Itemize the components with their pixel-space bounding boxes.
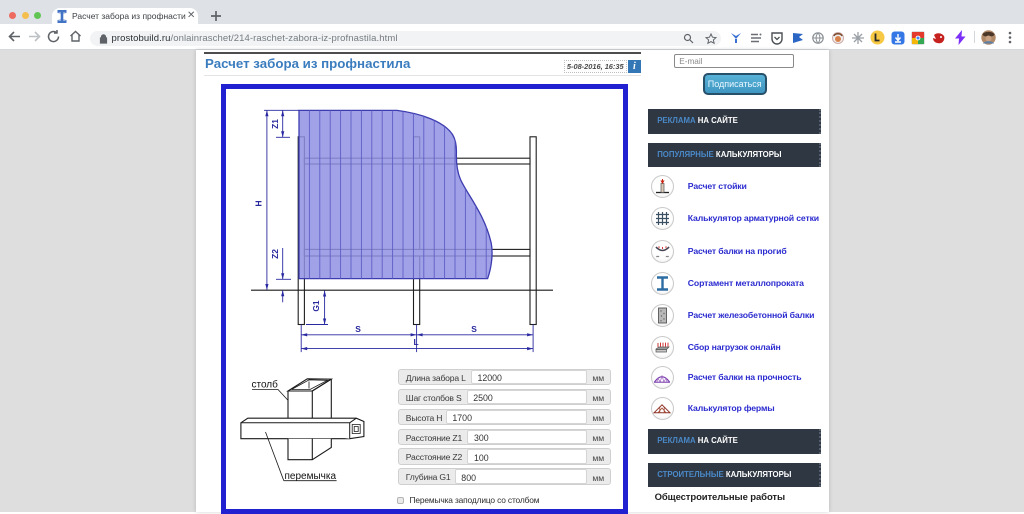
svg-text:S: S: [471, 324, 477, 334]
svg-text:перемычка: перемычка: [285, 471, 337, 482]
svg-text:L: L: [413, 337, 418, 347]
svg-text:Z1: Z1: [270, 119, 280, 129]
svg-text:S: S: [355, 324, 361, 334]
svg-text:G1: G1: [311, 300, 321, 312]
svg-text:столб: столб: [252, 379, 279, 391]
svg-text:Z2: Z2: [270, 249, 280, 259]
svg-text:H: H: [254, 200, 264, 206]
